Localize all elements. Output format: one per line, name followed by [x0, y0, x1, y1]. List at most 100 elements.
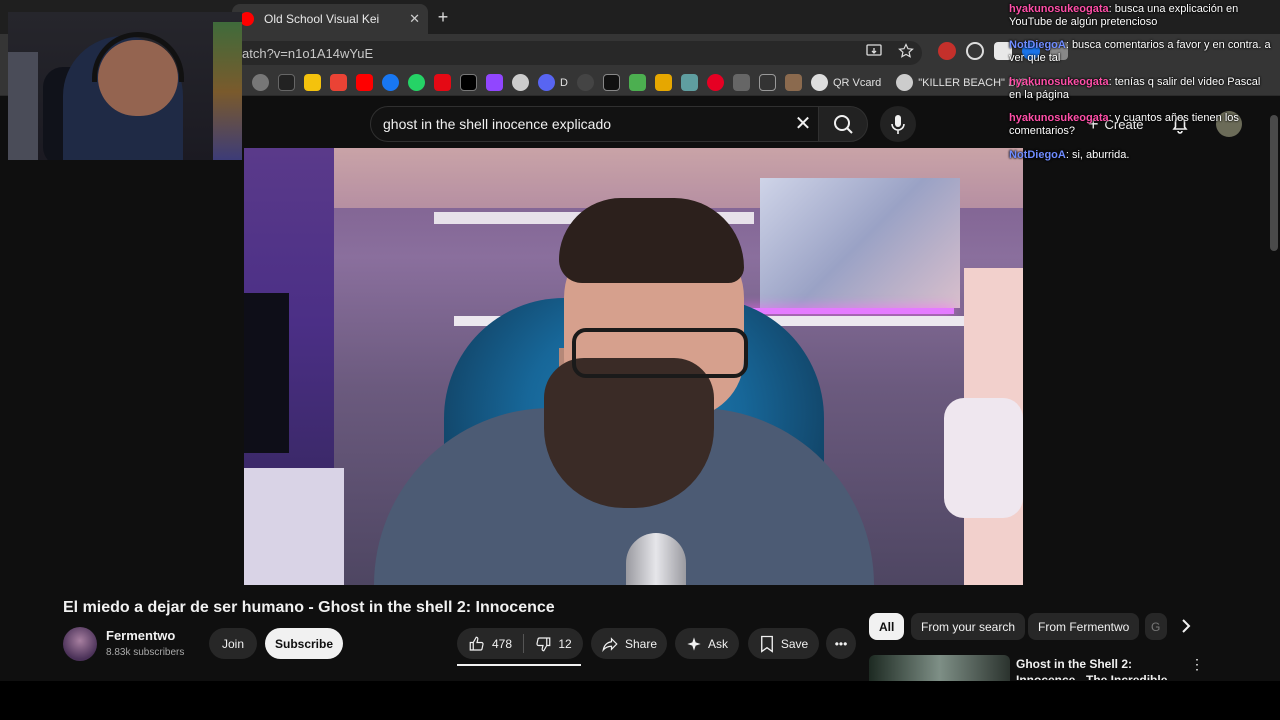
qr-icon: [810, 74, 828, 91]
discord-icon: [538, 74, 555, 91]
youtube-favicon-icon: [240, 12, 254, 26]
chat-message: hyakunosukeogata: y cuantos años tienen …: [1009, 112, 1274, 138]
address-bar[interactable]: atch?v=n1o1A14wYuE: [232, 41, 922, 65]
chat-username: hyakunosukeogata: [1009, 112, 1109, 124]
video-person-glasses: [572, 328, 748, 378]
search-input[interactable]: ghost in the shell inocence explicado: [370, 106, 822, 142]
chat-username: NotDiegoA: [1009, 39, 1066, 51]
related-video-thumbnail[interactable]: [869, 655, 1010, 681]
bookmark-star-icon[interactable]: [898, 43, 914, 59]
video-person-hair: [559, 198, 744, 283]
chat-username: hyakunosukeogata: [1009, 3, 1109, 15]
new-tab-button[interactable]: +: [432, 6, 454, 28]
chat-username: hyakunosukeogata: [1009, 76, 1109, 88]
video-player[interactable]: [244, 148, 1023, 585]
related-video-more-icon[interactable]: ⋮: [1190, 656, 1204, 674]
chip-from-channel[interactable]: From Fermentwo: [1028, 613, 1140, 640]
bookmark-tools-icon[interactable]: [732, 74, 750, 91]
video-posters: [760, 178, 960, 308]
video-cabinet: [244, 468, 344, 585]
bookmark-app-icon[interactable]: [602, 74, 620, 91]
chip-all[interactable]: All: [869, 613, 905, 640]
bookmark-facebook-icon[interactable]: [382, 74, 399, 91]
share-icon: [602, 636, 618, 652]
video-person-beard: [544, 358, 714, 508]
thumbs-down-icon: [536, 636, 551, 651]
search-icon: [834, 115, 853, 134]
bookmark-discord-label: D: [560, 76, 568, 89]
video-neon-light: [734, 308, 954, 314]
subscriber-count: 8.83k subscribers: [106, 647, 185, 658]
bookmark-github-icon[interactable]: [576, 74, 594, 91]
channel-name[interactable]: Fermentwo: [106, 628, 175, 643]
bookmark-brown-icon[interactable]: [784, 74, 802, 91]
subscribe-button[interactable]: Subscribe: [265, 628, 343, 659]
share-button[interactable]: Share: [591, 628, 667, 659]
web-icon: [896, 74, 914, 91]
like-count: 478: [491, 636, 513, 651]
like-ratio-underline: [457, 664, 581, 666]
save-button[interactable]: Save: [748, 628, 819, 659]
tab-close-icon[interactable]: ✕: [409, 11, 420, 27]
bookmark-notes-icon[interactable]: [304, 74, 321, 91]
dislike-button[interactable]: 12: [524, 628, 582, 659]
browser-tab[interactable]: Old School Visual Kei ✕: [232, 4, 428, 34]
bookmark-orange-icon[interactable]: [654, 74, 672, 91]
bookmark-globe-icon[interactable]: [252, 74, 269, 91]
bottom-black-bar: [0, 681, 1280, 720]
bookmark-pinterest-icon[interactable]: [706, 74, 724, 91]
chat-username: NotDiegoA: [1009, 149, 1066, 161]
omnibox-actions: [866, 43, 914, 59]
bookmark-discord[interactable]: D: [538, 74, 568, 91]
video-monitor: [244, 293, 289, 453]
bookmark-web-icon[interactable]: [512, 74, 529, 91]
sparkle-icon: [687, 636, 701, 651]
bookmark-gmail-icon[interactable]: [330, 74, 347, 91]
stream-chat-overlay: hyakunosukeogata: busca una explicación …: [1002, 0, 1280, 175]
bookmark-netflix-icon[interactable]: [434, 74, 451, 91]
video-pillow: [944, 398, 1023, 518]
chip-partial[interactable]: G: [1145, 613, 1167, 640]
tab-title: Old School Visual Kei: [264, 12, 380, 26]
webcam-background-light: [8, 52, 38, 160]
chip-from-your-search[interactable]: From your search: [911, 613, 1026, 640]
bookmark-teal-icon[interactable]: [680, 74, 698, 91]
join-button[interactable]: Join: [209, 628, 257, 659]
webcam-overlay: [8, 12, 242, 160]
bookmark-whatsapp-icon[interactable]: [408, 74, 425, 91]
chat-message: hyakunosukeogata: tenías q salir del vid…: [1009, 76, 1274, 102]
bookmark-x-icon[interactable]: [460, 74, 477, 91]
bookmark-image-icon[interactable]: [758, 74, 776, 91]
video-title: El miedo a dejar de ser humano - Ghost i…: [63, 599, 555, 616]
more-actions-button[interactable]: •••: [826, 628, 856, 659]
dislike-count: 12: [558, 636, 572, 651]
thumbs-up-icon: [469, 636, 484, 651]
chevron-right-icon[interactable]: [1172, 612, 1200, 640]
chat-message: hyakunosukeogata: busca una explicación …: [1009, 3, 1274, 29]
bookmark-green-icon[interactable]: [628, 74, 646, 91]
voice-search-button[interactable]: [880, 106, 916, 142]
share-label: Share: [624, 636, 658, 651]
channel-avatar[interactable]: [63, 627, 97, 661]
bookmark-qr-label: QR Vcard: [832, 76, 882, 89]
bookmark-twitch-icon[interactable]: [486, 74, 503, 91]
ask-button[interactable]: Ask: [675, 628, 739, 659]
chat-message: NotDiegoA: si, aburrida.: [1009, 149, 1274, 162]
chat-message: NotDiegoA: busca comentarios a favor y e…: [1009, 39, 1274, 65]
related-video-title[interactable]: Ghost in the Shell 2: Innocence - The In…: [1016, 656, 1186, 680]
search-clear-icon[interactable]: ✕: [790, 110, 816, 138]
extension-target-icon[interactable]: [966, 42, 984, 60]
like-button[interactable]: 478: [457, 628, 523, 659]
extension-red-icon[interactable]: [938, 42, 956, 60]
bookmark-icon: [760, 635, 773, 653]
install-app-icon[interactable]: [866, 43, 882, 59]
bookmark-qr-vcard[interactable]: QR Vcard: [810, 74, 882, 91]
bookmark-youtube-icon[interactable]: [356, 74, 373, 91]
search-button[interactable]: [818, 106, 868, 142]
bookmark-folder-icon[interactable]: [278, 74, 295, 91]
microphone-icon: [891, 115, 905, 134]
chat-text: : si, aburrida.: [1065, 149, 1130, 161]
scrollbar-thumb[interactable]: [1270, 115, 1278, 251]
ask-label: Ask: [707, 636, 728, 651]
webcam-background-shelf: [213, 22, 242, 160]
